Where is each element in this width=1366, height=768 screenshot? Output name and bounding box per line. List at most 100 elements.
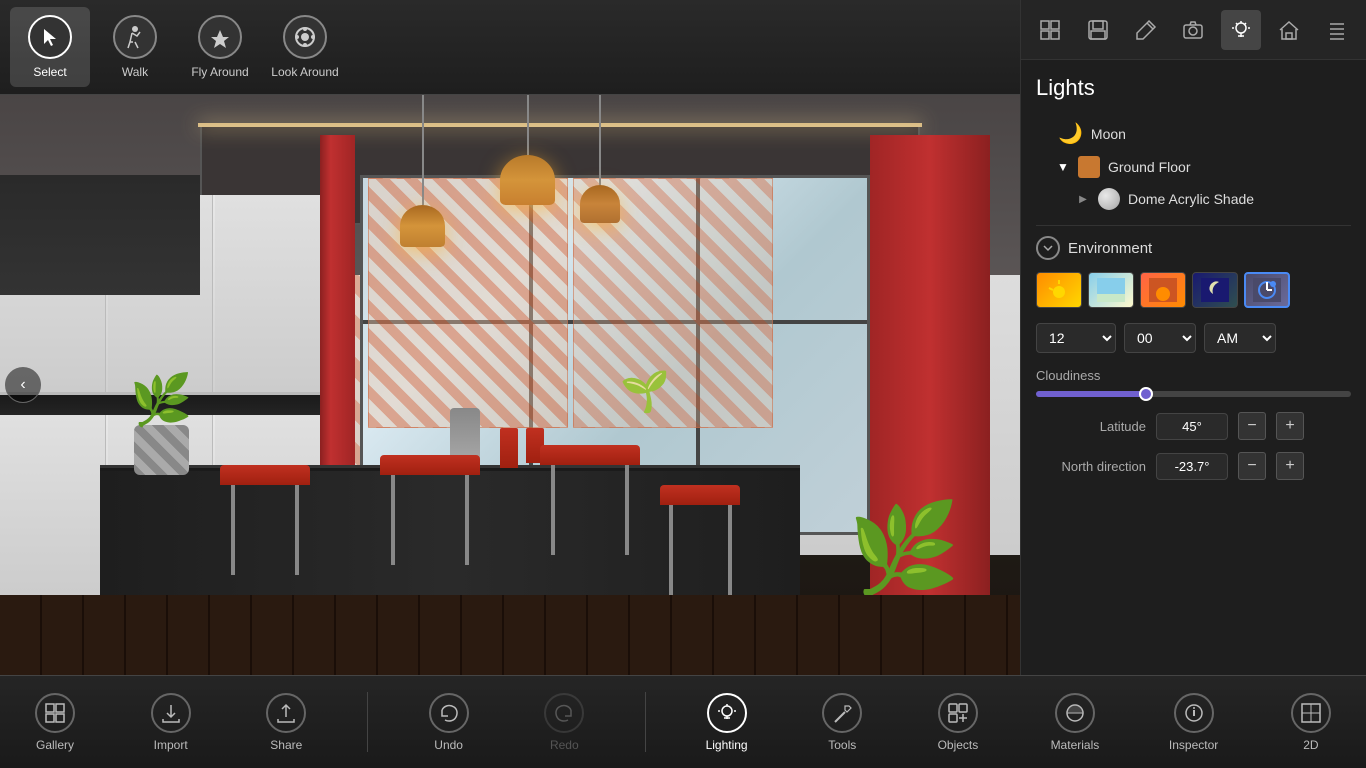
pendant-cord-2 (422, 95, 424, 205)
walk-tool[interactable]: Walk (95, 7, 175, 87)
counter-items (500, 428, 544, 468)
right-panel: Lights 🌙 Moon ▼ Ground Floor ▶ Dome Acry… (1020, 0, 1366, 675)
latitude-increase[interactable]: + (1276, 412, 1304, 440)
north-direction-row: North direction -23.7° − + (1036, 452, 1351, 480)
redo-icon (544, 693, 584, 733)
tools-btn[interactable]: Tools (807, 685, 877, 760)
share-label: Share (270, 738, 302, 752)
select-icon (28, 15, 72, 59)
ground-floor-label: Ground Floor (1108, 159, 1190, 175)
minute-select[interactable]: 00153045 (1124, 323, 1196, 353)
latitude-value: 45° (1156, 413, 1228, 440)
look-around-label: Look Around (271, 65, 338, 79)
ampm-select[interactable]: AMPM (1204, 323, 1276, 353)
tools-icon (822, 693, 862, 733)
share-icon (266, 693, 306, 733)
dome-icon (1098, 188, 1120, 210)
panel-icons (1021, 0, 1366, 60)
cloudiness-thumb[interactable] (1139, 387, 1153, 401)
moon-label: Moon (1091, 126, 1126, 142)
import-label: Import (154, 738, 188, 752)
bottom-toolbar: Gallery Import Share Undo (0, 675, 1366, 768)
hour-select[interactable]: 1212 (1036, 323, 1116, 353)
pendant-shade-1 (500, 155, 555, 205)
cloudiness-slider[interactable] (1036, 391, 1351, 397)
viewport[interactable]: 🌿 🌿 🌱 ‹ (0, 95, 1020, 675)
pendant-light-2 (400, 95, 445, 247)
north-increase[interactable]: + (1276, 452, 1304, 480)
gallery-btn[interactable]: Gallery (20, 685, 90, 760)
panel-icon-list[interactable] (1317, 10, 1357, 50)
stool-seat-3 (540, 445, 640, 465)
light-tree: 🌙 Moon ▼ Ground Floor ▶ Dome Acrylic Sha… (1036, 116, 1351, 215)
pendant-light-1 (500, 95, 555, 205)
north-direction-value: -23.7° (1156, 453, 1228, 480)
stool-seat-1 (220, 465, 310, 485)
panel-icon-home[interactable] (1269, 10, 1309, 50)
nav-arrow-left[interactable]: ‹ (5, 367, 41, 403)
walk-icon (113, 15, 157, 59)
north-direction-label: North direction (1036, 459, 1146, 474)
time-row: 1212 00153045 AMPM (1036, 323, 1351, 353)
pendant-cord-3 (599, 95, 601, 185)
stool-legs-1 (231, 485, 299, 575)
light-tree-moon[interactable]: 🌙 Moon (1036, 116, 1351, 151)
import-btn[interactable]: Import (136, 685, 206, 760)
light-tree-dome[interactable]: ▶ Dome Acrylic Shade (1036, 183, 1351, 215)
redo-label: Redo (550, 738, 579, 752)
twod-btn[interactable]: 2D (1276, 685, 1346, 760)
light-tree-ground-floor[interactable]: ▼ Ground Floor (1036, 151, 1351, 183)
tod-day[interactable] (1088, 272, 1134, 308)
latitude-decrease[interactable]: − (1238, 412, 1266, 440)
undo-icon (429, 693, 469, 733)
panel-icon-camera[interactable] (1173, 10, 1213, 50)
stool-seat-4 (660, 485, 740, 505)
ceiling-light-strip (198, 123, 922, 127)
look-around-icon (283, 15, 327, 59)
materials-btn[interactable]: Materials (1039, 685, 1112, 760)
floor (0, 595, 1020, 675)
stool-legs-4 (669, 505, 732, 595)
divider-1 (367, 692, 368, 752)
select-tool[interactable]: Select (10, 7, 90, 87)
gallery-icon (35, 693, 75, 733)
inspector-btn[interactable]: Inspector (1157, 685, 1230, 760)
lighting-icon (707, 693, 747, 733)
twod-icon (1291, 693, 1331, 733)
inspector-label: Inspector (1169, 738, 1218, 752)
tod-custom[interactable] (1244, 272, 1290, 308)
panel-icon-light[interactable] (1221, 10, 1261, 50)
upper-cabinet-dark (0, 175, 200, 295)
pendant-shade-3 (580, 185, 620, 223)
look-around-tool[interactable]: Look Around (265, 7, 345, 87)
tod-evening[interactable] (1140, 272, 1186, 308)
latitude-row: Latitude 45° − + (1036, 412, 1351, 440)
panel-icon-paint[interactable] (1126, 10, 1166, 50)
gallery-label: Gallery (36, 738, 74, 752)
tod-night[interactable] (1192, 272, 1238, 308)
north-decrease[interactable]: − (1238, 452, 1266, 480)
cloudiness-label: Cloudiness (1036, 368, 1351, 383)
lighting-label: Lighting (706, 738, 748, 752)
cloudiness-fill (1036, 391, 1146, 397)
environment-label: Environment (1068, 240, 1152, 257)
fly-around-tool[interactable]: Fly Around (180, 7, 260, 87)
stool-legs-2 (391, 475, 469, 565)
import-icon (151, 693, 191, 733)
undo-btn[interactable]: Undo (414, 685, 484, 760)
lighting-btn[interactable]: Lighting (692, 685, 762, 760)
potted-plant-counter: 🌿 (130, 375, 192, 475)
stool-legs-3 (551, 465, 629, 555)
redo-btn[interactable]: Redo (529, 685, 599, 760)
objects-btn[interactable]: Objects (923, 685, 993, 760)
moon-arrow (1036, 127, 1050, 141)
objects-icon (938, 693, 978, 733)
panel-icon-objects[interactable] (1030, 10, 1070, 50)
fly-around-label: Fly Around (191, 65, 248, 79)
tod-morning[interactable] (1036, 272, 1082, 308)
panel-icon-save[interactable] (1078, 10, 1118, 50)
dome-label: Dome Acrylic Shade (1128, 191, 1254, 207)
tools-label: Tools (828, 738, 856, 752)
env-chevron[interactable] (1036, 236, 1060, 260)
share-btn[interactable]: Share (251, 685, 321, 760)
